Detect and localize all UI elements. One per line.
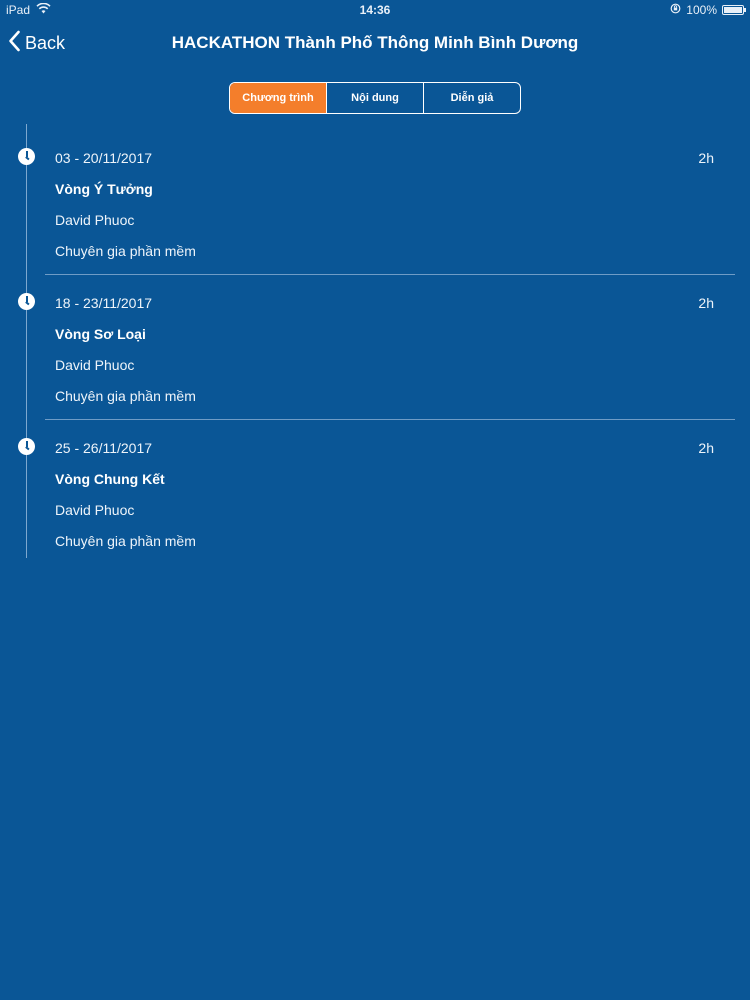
tab-chuong-trinh[interactable]: Chương trình: [230, 83, 327, 113]
event-duration: 2h: [698, 295, 714, 311]
event-date: 18 - 23/11/2017: [55, 295, 153, 311]
clock-icon: [18, 293, 35, 310]
event-role: Chuyên gia phần mềm: [55, 533, 196, 549]
schedule-item[interactable]: 25 - 26/11/2017 2h Vòng Chung Kết David …: [0, 422, 750, 567]
event-name: Vòng Sơ Loại: [55, 326, 146, 342]
event-name: Vòng Ý Tưởng: [55, 181, 153, 197]
battery-icon: [722, 5, 746, 15]
schedule-item[interactable]: 18 - 23/11/2017 2h Vòng Sơ Loại David Ph…: [0, 277, 750, 422]
tab-noi-dung[interactable]: Nội dung: [327, 83, 424, 113]
event-duration: 2h: [698, 150, 714, 166]
clock-icon: [18, 148, 35, 165]
page-title: HACKATHON Thành Phố Thông Minh Bình Dươn…: [171, 33, 579, 52]
status-right: 100%: [670, 3, 746, 17]
status-bar: iPad 14:36 100%: [0, 0, 750, 22]
event-role: Chuyên gia phần mềm: [55, 388, 196, 404]
schedule-item[interactable]: 03 - 20/11/2017 2h Vòng Ý Tưởng David Ph…: [0, 132, 750, 277]
clock-icon: [18, 438, 35, 455]
divider: [45, 274, 735, 275]
tab-dien-gia[interactable]: Diễn giả: [424, 83, 520, 113]
nav-bar: Back HACKATHON Thành Phố Thông Minh Bình…: [0, 22, 750, 66]
event-duration: 2h: [698, 440, 714, 456]
event-date: 03 - 20/11/2017: [55, 150, 153, 166]
event-date: 25 - 26/11/2017: [55, 440, 153, 456]
divider: [45, 419, 735, 420]
event-speaker: David Phuoc: [55, 357, 135, 373]
event-speaker: David Phuoc: [55, 502, 135, 518]
battery-percent: 100%: [686, 3, 717, 17]
event-speaker: David Phuoc: [55, 212, 135, 228]
event-role: Chuyên gia phần mềm: [55, 243, 196, 259]
event-name: Vòng Chung Kết: [55, 471, 165, 487]
orientation-lock-icon: [670, 3, 681, 17]
status-time: 14:36: [359, 3, 391, 17]
segmented-control: Chương trình Nội dung Diễn giả: [229, 82, 521, 114]
